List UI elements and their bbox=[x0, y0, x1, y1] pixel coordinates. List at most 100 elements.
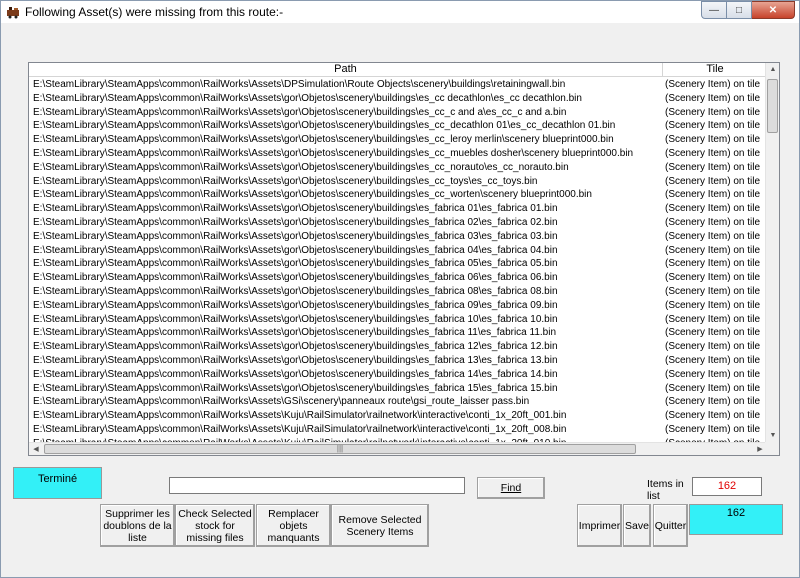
table-row[interactable]: E:\SteamLibrary\SteamApps\common\RailWor… bbox=[29, 271, 767, 285]
row-tile: (Scenery Item) on tile bbox=[665, 410, 761, 422]
table-row[interactable]: E:\SteamLibrary\SteamApps\common\RailWor… bbox=[29, 133, 767, 147]
missing-assets-list[interactable]: Path Tile E:\SteamLibrary\SteamApps\comm… bbox=[28, 62, 780, 456]
row-tile: (Scenery Item) on tile bbox=[665, 161, 761, 173]
table-row[interactable]: E:\SteamLibrary\SteamApps\common\RailWor… bbox=[29, 216, 767, 230]
vertical-scrollbar[interactable]: ▲ ▼ bbox=[765, 63, 779, 443]
row-tile: (Scenery Item) on tile bbox=[665, 313, 761, 325]
row-path: E:\SteamLibrary\SteamApps\common\RailWor… bbox=[33, 272, 558, 284]
horizontal-scrollbar[interactable]: ◀ ||| ▶ bbox=[29, 442, 767, 455]
row-path: E:\SteamLibrary\SteamApps\common\RailWor… bbox=[33, 244, 558, 256]
search-input[interactable] bbox=[169, 477, 465, 494]
row-tile: (Scenery Item) on tile bbox=[665, 106, 761, 118]
row-tile: (Scenery Item) on tile bbox=[665, 134, 761, 146]
title-bar[interactable]: Following Asset(s) were missing from thi… bbox=[1, 1, 799, 23]
row-tile: (Scenery Item) on tile bbox=[665, 147, 761, 159]
scroll-left-icon[interactable]: ◀ bbox=[29, 443, 43, 455]
row-tile: (Scenery Item) on tile bbox=[665, 244, 761, 256]
row-path: E:\SteamLibrary\SteamApps\common\RailWor… bbox=[33, 258, 558, 270]
row-tile: (Scenery Item) on tile bbox=[665, 92, 761, 104]
table-row[interactable]: E:\SteamLibrary\SteamApps\common\RailWor… bbox=[29, 202, 767, 216]
table-row[interactable]: E:\SteamLibrary\SteamApps\common\RailWor… bbox=[29, 147, 767, 161]
replace-missing-objects-button[interactable]: Remplacer objets manquants bbox=[256, 504, 331, 547]
table-row[interactable]: E:\SteamLibrary\SteamApps\common\RailWor… bbox=[29, 382, 767, 396]
find-button-label: Find bbox=[500, 482, 522, 494]
minimize-button[interactable]: — bbox=[701, 1, 727, 19]
row-path: E:\SteamLibrary\SteamApps\common\RailWor… bbox=[33, 354, 558, 366]
row-path: E:\SteamLibrary\SteamApps\common\RailWor… bbox=[33, 410, 567, 422]
row-tile: (Scenery Item) on tile bbox=[665, 120, 761, 132]
table-row[interactable]: E:\SteamLibrary\SteamApps\common\RailWor… bbox=[29, 175, 767, 189]
row-path: E:\SteamLibrary\SteamApps\common\RailWor… bbox=[33, 382, 558, 394]
table-row[interactable]: E:\SteamLibrary\SteamApps\common\RailWor… bbox=[29, 395, 767, 409]
table-row[interactable]: E:\SteamLibrary\SteamApps\common\RailWor… bbox=[29, 161, 767, 175]
remove-duplicates-button[interactable]: Supprimer les doublons de la liste bbox=[100, 504, 175, 547]
row-tile: (Scenery Item) on tile bbox=[665, 285, 761, 297]
row-tile: (Scenery Item) on tile bbox=[665, 216, 761, 228]
row-path: E:\SteamLibrary\SteamApps\common\RailWor… bbox=[33, 368, 558, 380]
vertical-scroll-thumb[interactable] bbox=[767, 79, 778, 133]
row-tile: (Scenery Item) on tile bbox=[665, 258, 761, 270]
row-path: E:\SteamLibrary\SteamApps\common\RailWor… bbox=[33, 313, 558, 325]
row-tile: (Scenery Item) on tile bbox=[665, 327, 761, 339]
quit-button[interactable]: Quitter bbox=[653, 504, 688, 547]
table-row[interactable]: E:\SteamLibrary\SteamApps\common\RailWor… bbox=[29, 326, 767, 340]
row-tile: (Scenery Item) on tile bbox=[665, 189, 761, 201]
row-tile: (Scenery Item) on tile bbox=[665, 341, 761, 353]
scroll-up-icon[interactable]: ▲ bbox=[766, 63, 779, 77]
train-icon bbox=[7, 7, 19, 19]
table-row[interactable]: E:\SteamLibrary\SteamApps\common\RailWor… bbox=[29, 78, 767, 92]
items-count-field: 162 bbox=[692, 477, 762, 496]
check-selected-stock-button[interactable]: Check Selected stock for missing files bbox=[175, 504, 255, 547]
row-tile: (Scenery Item) on tile bbox=[665, 396, 761, 408]
maximize-button[interactable]: □ bbox=[727, 1, 752, 19]
table-row[interactable]: E:\SteamLibrary\SteamApps\common\RailWor… bbox=[29, 230, 767, 244]
table-row[interactable]: E:\SteamLibrary\SteamApps\common\RailWor… bbox=[29, 257, 767, 271]
table-row[interactable]: E:\SteamLibrary\SteamApps\common\RailWor… bbox=[29, 244, 767, 258]
column-header-tile[interactable]: Tile bbox=[663, 63, 767, 77]
row-path: E:\SteamLibrary\SteamApps\common\RailWor… bbox=[33, 79, 566, 90]
row-tile: (Scenery Item) on tile bbox=[665, 230, 761, 242]
row-tile: (Scenery Item) on tile bbox=[665, 423, 761, 435]
save-button[interactable]: Save bbox=[623, 504, 651, 547]
list-header: Path Tile bbox=[29, 63, 767, 77]
scroll-down-icon[interactable]: ▼ bbox=[766, 429, 779, 443]
row-tile: (Scenery Item) on tile bbox=[665, 272, 761, 284]
row-path: E:\SteamLibrary\SteamApps\common\RailWor… bbox=[33, 299, 558, 311]
list-rows: E:\SteamLibrary\SteamApps\common\RailWor… bbox=[29, 78, 767, 444]
table-row[interactable]: E:\SteamLibrary\SteamApps\common\RailWor… bbox=[29, 423, 767, 437]
row-path: E:\SteamLibrary\SteamApps\common\RailWor… bbox=[33, 203, 558, 215]
row-path: E:\SteamLibrary\SteamApps\common\RailWor… bbox=[33, 230, 558, 242]
table-row[interactable]: E:\SteamLibrary\SteamApps\common\RailWor… bbox=[29, 409, 767, 423]
table-row[interactable]: E:\SteamLibrary\SteamApps\common\RailWor… bbox=[29, 313, 767, 327]
table-row[interactable]: E:\SteamLibrary\SteamApps\common\RailWor… bbox=[29, 285, 767, 299]
row-path: E:\SteamLibrary\SteamApps\common\RailWor… bbox=[33, 120, 616, 132]
table-row[interactable]: E:\SteamLibrary\SteamApps\common\RailWor… bbox=[29, 92, 767, 106]
row-path: E:\SteamLibrary\SteamApps\common\RailWor… bbox=[33, 92, 582, 104]
row-path: E:\SteamLibrary\SteamApps\common\RailWor… bbox=[33, 327, 557, 339]
table-row[interactable]: E:\SteamLibrary\SteamApps\common\RailWor… bbox=[29, 368, 767, 382]
table-row[interactable]: E:\SteamLibrary\SteamApps\common\RailWor… bbox=[29, 354, 767, 368]
table-row[interactable]: E:\SteamLibrary\SteamApps\common\RailWor… bbox=[29, 340, 767, 354]
table-row[interactable]: E:\SteamLibrary\SteamApps\common\RailWor… bbox=[29, 106, 767, 120]
find-button[interactable]: Find bbox=[477, 477, 545, 499]
close-button[interactable]: ✕ bbox=[752, 1, 795, 19]
scrollbar-corner bbox=[765, 442, 779, 455]
row-tile: (Scenery Item) on tile bbox=[665, 382, 761, 394]
row-tile: (Scenery Item) on tile bbox=[665, 368, 761, 380]
row-path: E:\SteamLibrary\SteamApps\common\RailWor… bbox=[33, 106, 567, 118]
horizontal-scroll-thumb[interactable]: ||| bbox=[44, 444, 636, 454]
table-row[interactable]: E:\SteamLibrary\SteamApps\common\RailWor… bbox=[29, 119, 767, 133]
row-path: E:\SteamLibrary\SteamApps\common\RailWor… bbox=[33, 341, 558, 353]
window-controls: — □ ✕ bbox=[701, 1, 795, 19]
row-path: E:\SteamLibrary\SteamApps\common\RailWor… bbox=[33, 134, 614, 146]
row-path: E:\SteamLibrary\SteamApps\common\RailWor… bbox=[33, 189, 592, 201]
remove-selected-scenery-button[interactable]: Remove Selected Scenery Items bbox=[331, 504, 429, 547]
row-path: E:\SteamLibrary\SteamApps\common\RailWor… bbox=[33, 396, 530, 408]
row-tile: (Scenery Item) on tile bbox=[665, 79, 761, 90]
row-tile: (Scenery Item) on tile bbox=[665, 175, 761, 187]
print-button[interactable]: Imprimer bbox=[577, 504, 622, 547]
column-header-path[interactable]: Path bbox=[29, 63, 663, 77]
row-path: E:\SteamLibrary\SteamApps\common\RailWor… bbox=[33, 175, 538, 187]
table-row[interactable]: E:\SteamLibrary\SteamApps\common\RailWor… bbox=[29, 299, 767, 313]
table-row[interactable]: E:\SteamLibrary\SteamApps\common\RailWor… bbox=[29, 188, 767, 202]
